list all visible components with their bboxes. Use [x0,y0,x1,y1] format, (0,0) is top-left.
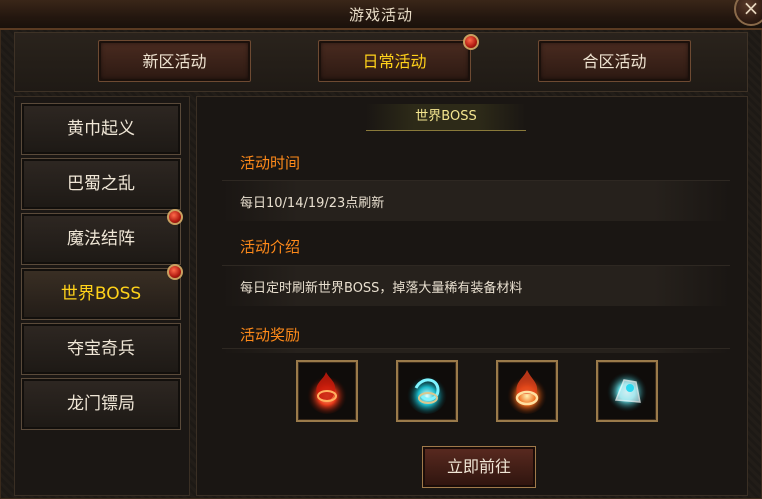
activity-item-yellow-turban[interactable]: 黄巾起义 [21,103,181,155]
reward-slot-3[interactable] [496,360,558,422]
reward-slot-1[interactable] [296,360,358,422]
intro-text: 每日定时刷新世界BOSS，掉落大量稀有装备材料 [240,281,523,296]
section-title-time: 活动时间 [240,154,301,172]
activity-item-world-boss[interactable]: 世界BOSS [21,268,181,320]
activity-item-bashu[interactable]: 巴蜀之乱 [21,158,181,210]
section-title-reward: 活动奖励 [240,326,301,344]
blue-swirl-ring-icon [407,374,447,414]
tab-daily-notification-dot [463,34,479,50]
activity-item-magic-formation[interactable]: 魔法结阵 [21,213,181,265]
activity-item-treasure[interactable]: 夺宝奇兵 [21,323,181,375]
window-title: 游戏活动 [348,6,413,24]
go-now-button[interactable]: 立即前往 [422,446,536,488]
reward-slot-2[interactable] [396,360,458,422]
tab-daily[interactable]: 日常活动 [318,40,471,82]
magic-formation-notification-dot [167,209,183,225]
time-row: 每日10/14/19/23点刷新 [222,180,730,221]
orange-fire-ring-icon [507,370,547,414]
reward-slot-4[interactable] [596,360,658,422]
tab-new-server[interactable]: 新区活动 [98,40,251,82]
section-title-intro: 活动介绍 [240,238,301,256]
title-bar: 游戏活动 [0,0,762,30]
world-boss-notification-dot [167,264,183,280]
red-flame-ring-icon [307,372,347,414]
tab-merged-server[interactable]: 合区活动 [538,40,691,82]
reward-divider [222,348,730,353]
activity-item-escort[interactable]: 龙门镖局 [21,378,181,430]
activity-banner-title: 世界BOSS [366,104,526,131]
cyan-gem-bracer-icon [607,372,647,412]
intro-row: 每日定时刷新世界BOSS，掉落大量稀有装备材料 [222,265,730,306]
time-text: 每日10/14/19/23点刷新 [240,196,385,211]
